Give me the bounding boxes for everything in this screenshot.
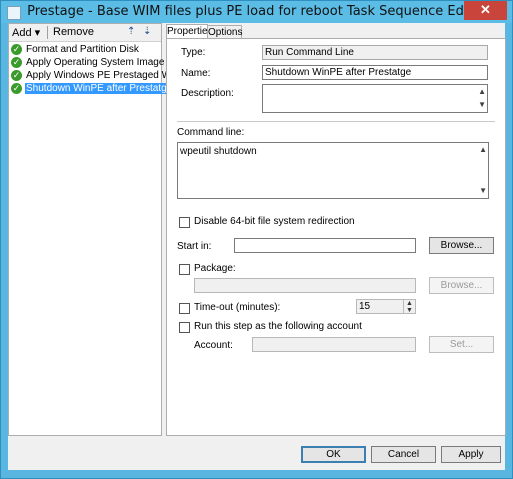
name-label: Name: <box>181 68 211 79</box>
check-icon: ✓ <box>11 44 22 55</box>
scroll-down-icon[interactable]: ▼ <box>478 98 486 112</box>
properties-panel: Type: Run Command Line Name: Shutdown Wi… <box>166 38 506 436</box>
start-in-field[interactable] <box>234 238 416 253</box>
start-in-label: Start in: <box>177 241 212 252</box>
account-field <box>252 337 416 352</box>
move-down-icon[interactable]: ⇣ <box>143 26 153 38</box>
set-account-button: Set... <box>429 336 494 353</box>
scroll-up-icon[interactable]: ▲ <box>478 85 486 99</box>
ok-button[interactable]: OK <box>301 446 366 463</box>
package-field <box>194 278 416 293</box>
name-field[interactable]: Shutdown WinPE after Prestatge <box>262 65 488 80</box>
step-label: Format and Partition Disk <box>26 44 139 55</box>
command-line-text: wpeutil shutdown <box>180 146 257 157</box>
cancel-button[interactable]: Cancel <box>371 446 436 463</box>
tree-toolbar: Add ▾ Remove ⇡ ⇣ <box>9 24 161 42</box>
step-item[interactable]: ✓ Apply Windows PE Prestaged WIM <box>11 69 182 82</box>
chevron-down-icon: ▾ <box>34 27 41 39</box>
package-label: Package: <box>194 263 236 274</box>
command-line-scrollbar[interactable]: ▲ ▼ <box>477 143 488 198</box>
title-bar[interactable]: Prestage - Base WIM files plus PE load f… <box>1 1 512 23</box>
check-icon: ✓ <box>11 83 22 94</box>
package-checkbox[interactable] <box>179 264 190 275</box>
disable-redirection-label: Disable 64-bit file system redirection <box>194 216 355 227</box>
type-label: Type: <box>181 47 206 58</box>
type-field: Run Command Line <box>262 45 488 60</box>
timeout-label: Time-out (minutes): <box>194 302 281 313</box>
disable-redirection-checkbox[interactable] <box>179 217 190 228</box>
move-up-icon[interactable]: ⇡ <box>127 26 137 38</box>
stepper-arrows[interactable]: ▲ ▼ <box>403 300 415 313</box>
spin-down-icon[interactable]: ▼ <box>406 307 413 313</box>
run-as-label: Run this step as the following account <box>194 321 362 332</box>
timeout-stepper[interactable]: 15 ▲ ▼ <box>356 299 416 314</box>
close-button[interactable]: ✕ <box>464 1 507 20</box>
step-label: Shutdown WinPE after Prestatge <box>25 83 174 94</box>
client-area: Add ▾ Remove ⇡ ⇣ ✓ Format and Partition D… <box>8 23 506 470</box>
package-browse-button: Browse... <box>429 277 494 294</box>
remove-button[interactable]: Remove <box>53 26 94 38</box>
step-item-selected[interactable]: ✓ Shutdown WinPE after Prestatge <box>11 82 174 95</box>
start-in-browse-button[interactable]: Browse... <box>429 237 494 254</box>
scroll-down-icon[interactable]: ▼ <box>479 184 487 198</box>
timeout-value: 15 <box>359 301 371 312</box>
window-title: Prestage - Base WIM files plus PE load f… <box>27 4 486 19</box>
toolbar-divider <box>47 26 48 39</box>
tab-options[interactable]: Options <box>207 25 242 39</box>
command-line-field[interactable]: wpeutil shutdown ▲ ▼ <box>177 142 489 199</box>
account-label: Account: <box>194 340 233 351</box>
command-line-label: Command line: <box>177 127 245 138</box>
run-as-checkbox[interactable] <box>179 322 190 333</box>
check-icon: ✓ <box>11 57 22 68</box>
task-sequence-tree: Add ▾ Remove ⇡ ⇣ ✓ Format and Partition D… <box>8 23 182 436</box>
timeout-checkbox[interactable] <box>179 303 190 314</box>
step-label: Apply Operating System Image <box>26 57 165 68</box>
section-divider <box>177 121 495 122</box>
step-list: ✓ Format and Partition Disk ✓ Apply Operat… <box>11 43 182 95</box>
step-label: Apply Windows PE Prestaged WIM <box>26 70 183 81</box>
description-scrollbar[interactable]: ▲ ▼ <box>476 85 487 112</box>
step-item[interactable]: ✓ Format and Partition Disk <box>11 43 159 56</box>
task-sequence-editor-window: Prestage - Base WIM files plus PE load f… <box>0 0 513 479</box>
add-menu-button[interactable]: Add ▾ <box>12 26 40 39</box>
description-label: Description: <box>181 88 234 99</box>
scroll-up-icon[interactable]: ▲ <box>479 143 487 157</box>
tab-strip: Properties Options <box>166 24 506 40</box>
add-label: Add <box>12 27 32 39</box>
check-icon: ✓ <box>11 70 22 81</box>
step-item[interactable]: ✓ Apply Operating System Image <box>11 56 164 69</box>
apply-button[interactable]: Apply <box>441 446 501 463</box>
spin-up-icon[interactable]: ▲ <box>406 300 413 307</box>
description-field[interactable]: ▲ ▼ <box>262 84 488 113</box>
